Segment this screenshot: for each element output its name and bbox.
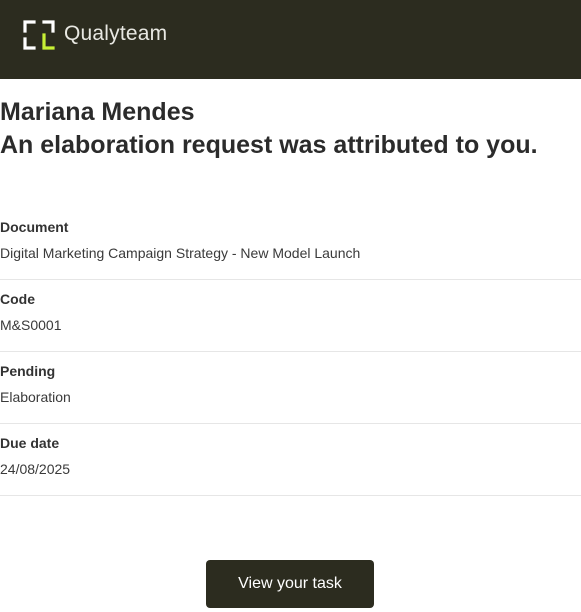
brand-logo: Qualyteam	[23, 19, 167, 51]
message-headline: An elaboration request was attributed to…	[0, 131, 538, 159]
field-document: Document Digital Marketing Campaign Stra…	[0, 208, 581, 280]
field-pending: Pending Elaboration	[0, 352, 581, 424]
view-task-button[interactable]: View your task	[206, 560, 374, 608]
field-value: Digital Marketing Campaign Strategy - Ne…	[0, 245, 361, 261]
field-label: Document	[0, 219, 69, 235]
field-label: Pending	[0, 363, 56, 379]
field-code: Code M&S0001	[0, 280, 581, 352]
field-value: 24/08/2025	[0, 461, 71, 477]
task-details: Document Digital Marketing Campaign Stra…	[0, 208, 581, 496]
field-value: M&S0001	[0, 317, 62, 333]
recipient-name: Mariana Mendes	[0, 98, 195, 126]
qualyteam-logo-icon	[23, 20, 55, 50]
field-label: Code	[0, 291, 35, 307]
message-title: Mariana Mendes An elaboration request wa…	[0, 96, 581, 162]
email-header: Qualyteam	[0, 0, 581, 79]
field-due-date: Due date 24/08/2025	[0, 424, 581, 496]
field-label: Due date	[0, 435, 60, 451]
brand-name: Qualyteam	[64, 22, 168, 45]
field-value: Elaboration	[0, 389, 71, 405]
